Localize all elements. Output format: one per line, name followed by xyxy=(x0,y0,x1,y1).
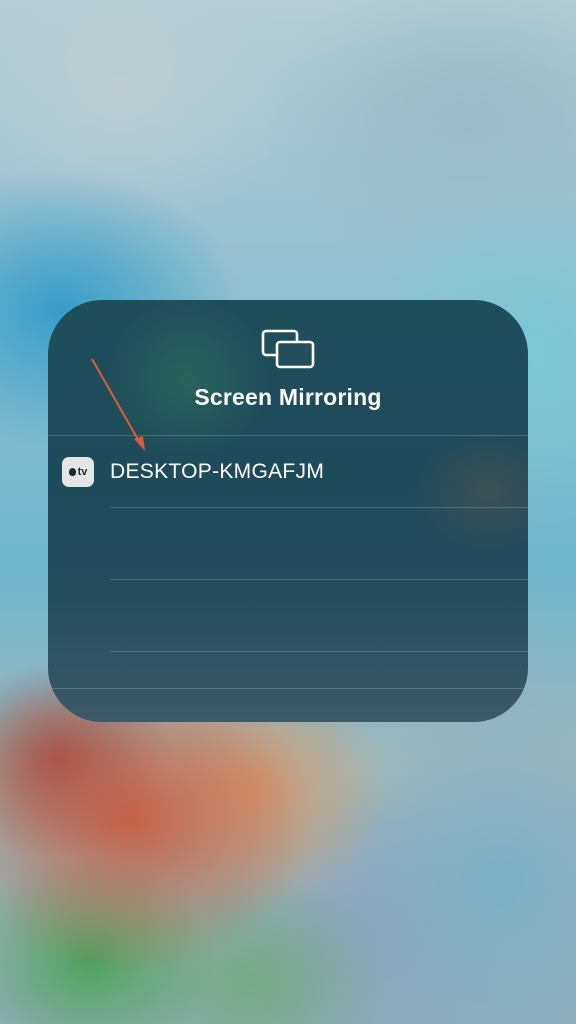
device-name: DESKTOP-KMGAFJM xyxy=(110,460,325,483)
divider xyxy=(110,651,528,652)
divider xyxy=(48,688,528,689)
screen-mirroring-icon xyxy=(261,329,315,369)
apple-logo-icon xyxy=(68,468,76,476)
empty-device-row xyxy=(48,580,528,652)
apple-tv-icon: tv xyxy=(62,457,94,487)
empty-device-row xyxy=(48,508,528,580)
annotation-arrow-icon xyxy=(91,358,145,451)
apple-tv-badge-label: tv xyxy=(77,466,88,478)
